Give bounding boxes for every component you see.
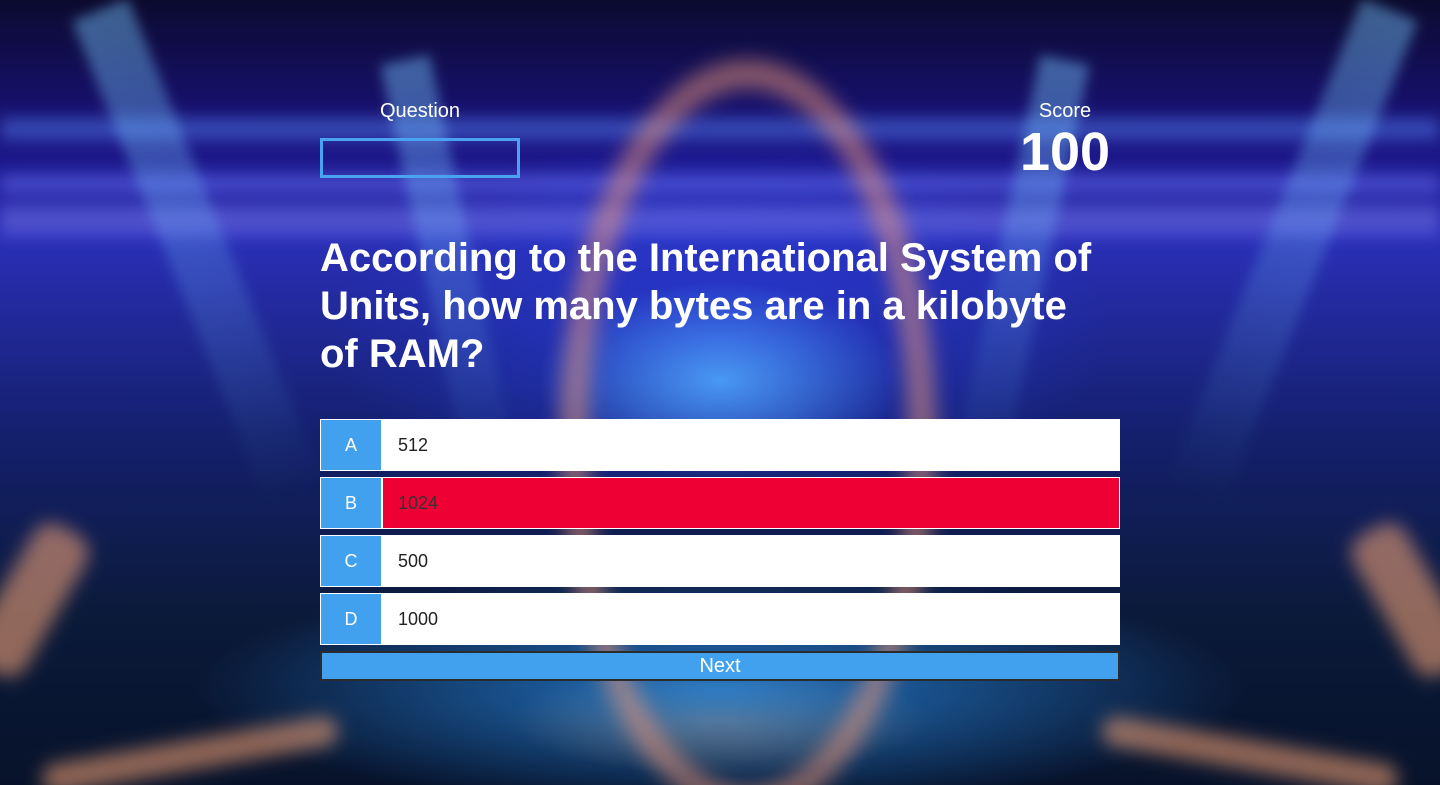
next-button[interactable]: Next <box>320 651 1120 681</box>
stage-light-strip <box>1344 515 1440 685</box>
answer-text: 512 <box>382 419 1120 471</box>
game-panel: Question Score 100 <box>320 0 1120 200</box>
question-progress-block: Question <box>320 100 520 178</box>
question-label: Question <box>379 100 461 122</box>
answer-option-a[interactable]: A 512 <box>320 419 1120 471</box>
answer-text: 500 <box>382 535 1120 587</box>
stage-light-strip <box>0 515 96 685</box>
stage-light-strip <box>39 714 341 785</box>
stage-light-strip <box>1099 714 1401 785</box>
answer-text: 1000 <box>382 593 1120 645</box>
answer-letter: A <box>320 419 382 471</box>
answer-letter: B <box>320 477 382 529</box>
answer-text: 1024 <box>382 477 1120 529</box>
hud: Question Score 100 <box>320 0 1120 200</box>
spotlight-beam <box>1167 0 1418 504</box>
answer-letter: C <box>320 535 382 587</box>
score-value: 100 <box>1019 122 1111 182</box>
score-label: Score <box>1038 100 1092 122</box>
answer-option-d[interactable]: D 1000 <box>320 593 1120 645</box>
answer-list: A 512 B 1024 C 500 D 1000 <box>320 419 1120 651</box>
spotlight-beam <box>72 0 323 504</box>
question-progress-bar <box>320 138 520 178</box>
answer-option-b[interactable]: B 1024 <box>320 477 1120 529</box>
answer-letter: D <box>320 593 382 645</box>
score-block: Score 100 <box>1010 100 1120 180</box>
answer-option-c[interactable]: C 500 <box>320 535 1120 587</box>
question-text: According to the International System of… <box>320 236 1092 376</box>
